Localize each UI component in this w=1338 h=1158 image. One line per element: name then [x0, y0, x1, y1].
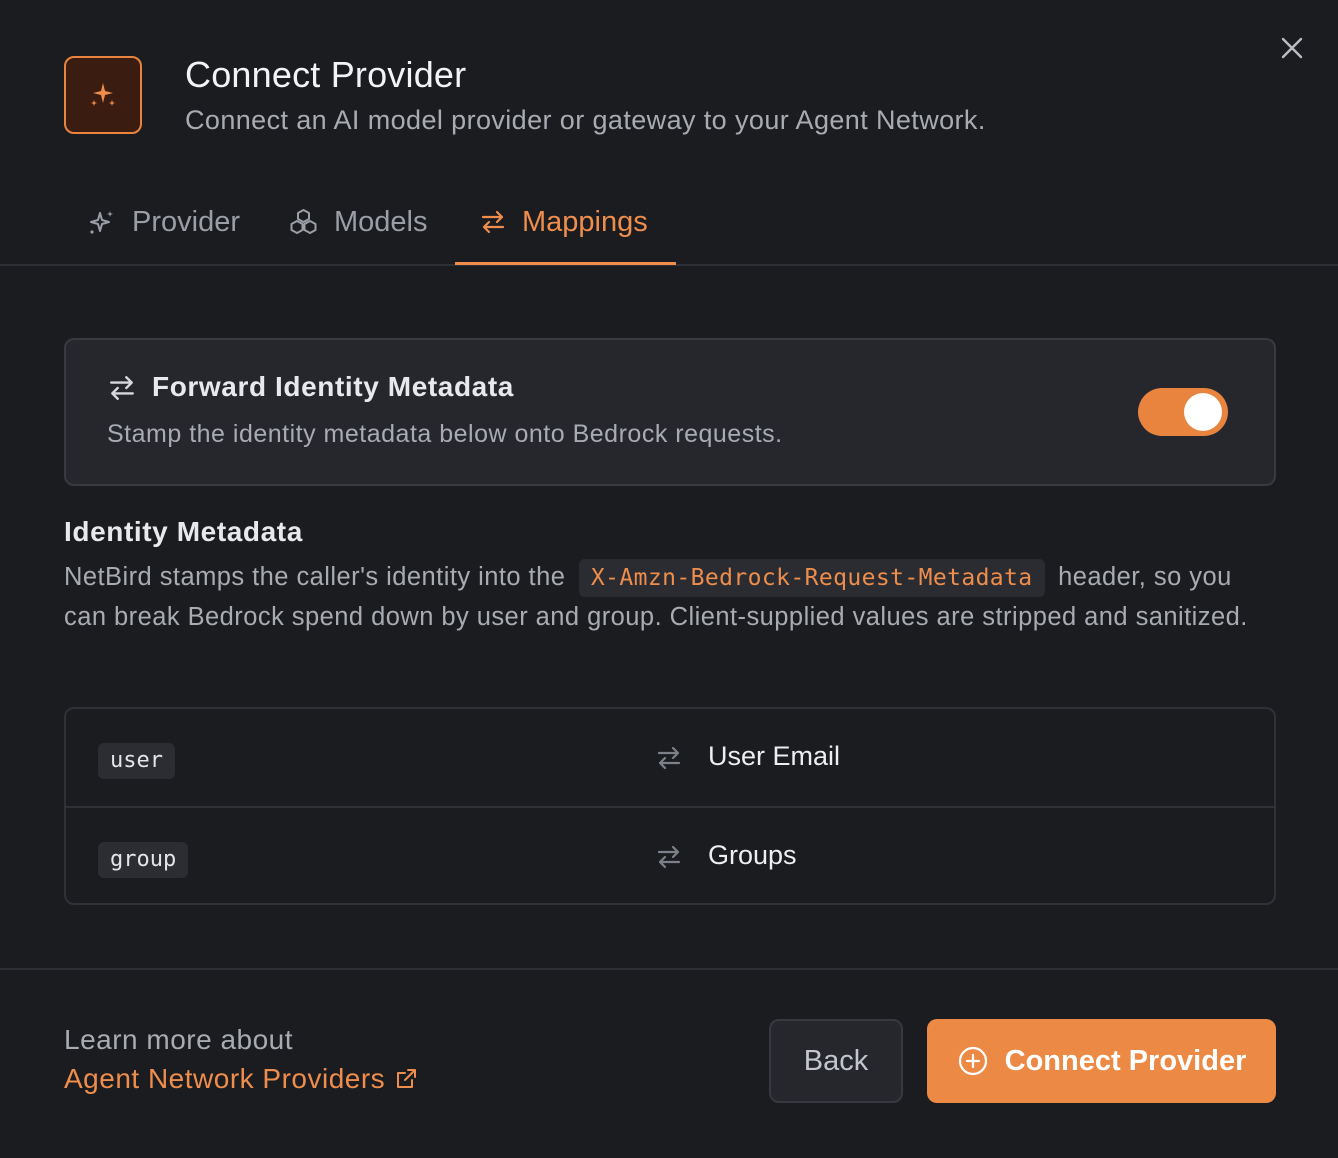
provider-logo	[64, 56, 142, 134]
tab-label: Provider	[132, 205, 240, 238]
forward-identity-description: Stamp the identity metadata below onto B…	[107, 420, 783, 448]
table-row: group Groups	[66, 808, 1274, 905]
active-tab-indicator	[455, 262, 676, 265]
mapping-key: user	[98, 743, 175, 779]
mapping-key: group	[98, 842, 189, 878]
arrows-left-right-icon	[657, 746, 681, 770]
table-row: user User Email	[66, 709, 1274, 808]
close-button[interactable]	[1274, 30, 1310, 66]
header-name-code: X-Amzn-Bedrock-Request-Metadata	[578, 559, 1045, 597]
close-icon	[1281, 37, 1303, 59]
learn-more-text: Learn more about	[64, 1024, 294, 1055]
plus-circle-icon	[958, 1046, 987, 1076]
mapping-value: User Email	[708, 741, 841, 771]
identity-metadata-title: Identity Metadata	[64, 516, 303, 547]
tab-models[interactable]: Models	[289, 180, 428, 264]
forward-identity-toggle[interactable]	[1138, 388, 1228, 436]
toggle-knob	[1184, 393, 1222, 431]
arrows-left-right-icon	[657, 845, 681, 869]
tab-provider[interactable]: Provider	[88, 180, 240, 264]
tab-label: Mappings	[522, 205, 648, 238]
arrows-left-right-icon	[481, 210, 505, 234]
mapping-value: Groups	[708, 840, 797, 870]
forward-identity-title: Forward Identity Metadata	[152, 371, 514, 402]
footer-divider	[0, 968, 1338, 970]
page-subtitle: Connect an AI model provider or gateway …	[185, 105, 986, 135]
sparkles-icon	[91, 83, 115, 106]
description-text: NetBird stamps the caller's identity int…	[64, 563, 566, 591]
connect-provider-button[interactable]: Connect Provider	[927, 1019, 1276, 1103]
identity-metadata-description: NetBird stamps the caller's identity int…	[64, 558, 1276, 637]
connect-provider-modal: Connect Provider Connect an AI model pro…	[0, 0, 1338, 1158]
button-label: Connect Provider	[1004, 1044, 1247, 1077]
tab-mappings[interactable]: Mappings	[480, 180, 648, 264]
mapping-table: user User Email group Groups	[64, 707, 1276, 905]
forward-identity-card: Forward Identity Metadata Stamp the iden…	[64, 338, 1276, 486]
agent-network-providers-link[interactable]: Agent Network Providers	[64, 1063, 417, 1095]
arrows-left-right-icon	[110, 376, 134, 400]
sparkles-outline-icon	[90, 211, 113, 234]
page-title: Connect Provider	[185, 54, 467, 95]
tab-bar: Provider Models Mappings	[0, 180, 1338, 266]
cubes-icon	[290, 209, 317, 234]
link-label: Agent Network Providers	[64, 1063, 386, 1094]
back-button[interactable]: Back	[769, 1019, 903, 1103]
tab-label: Models	[334, 205, 428, 238]
external-link-icon	[397, 1069, 417, 1088]
